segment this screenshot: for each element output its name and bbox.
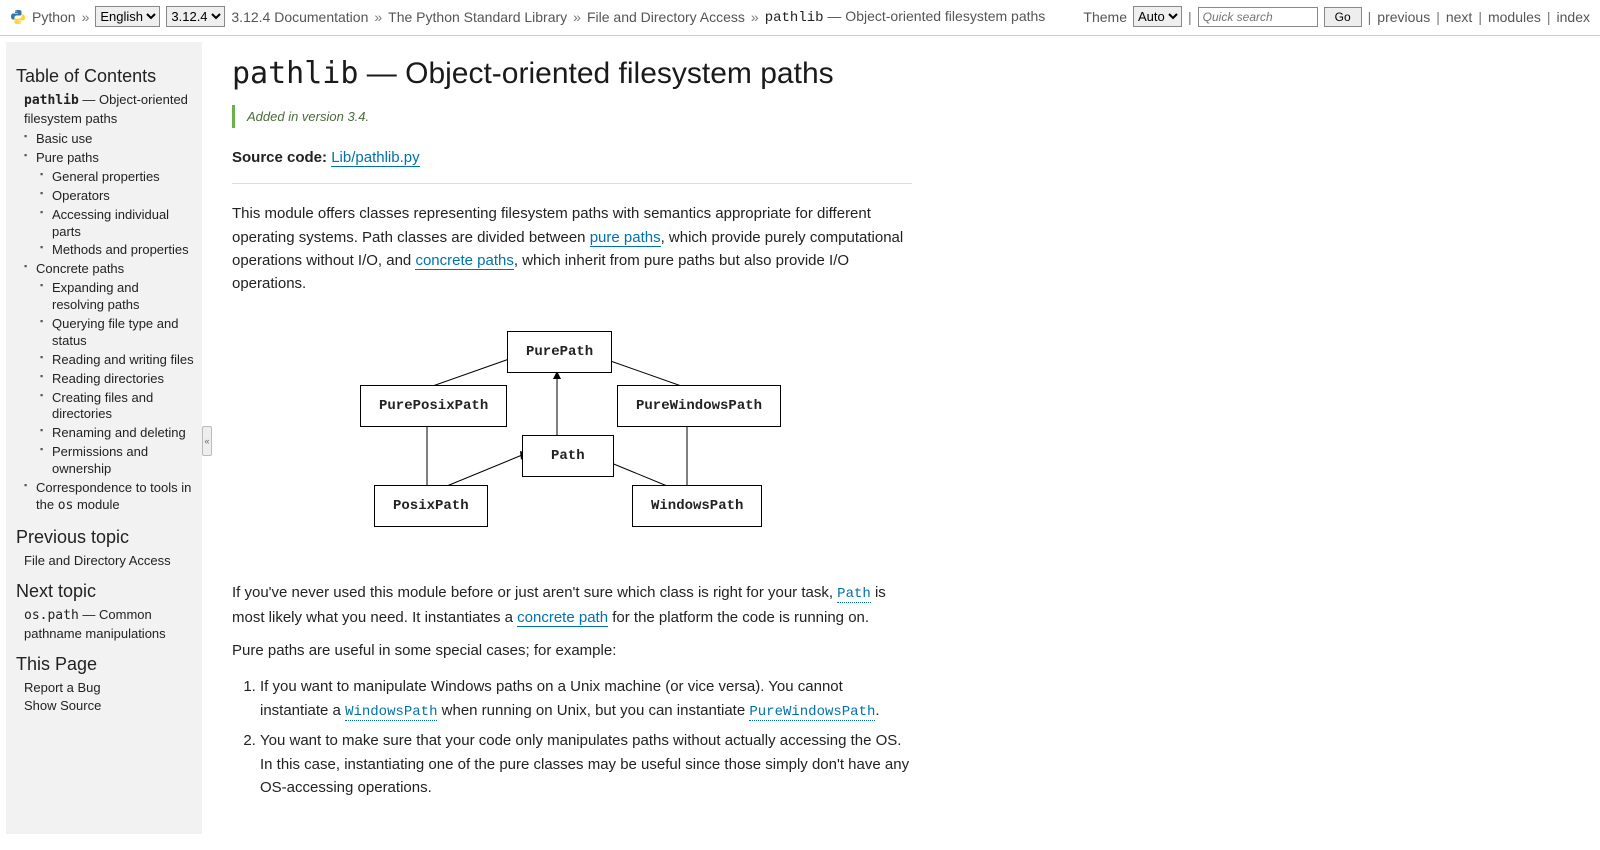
page-wrapper: Table of Contents pathlib — Object-orien… [0, 36, 1600, 850]
diagram-box-purepath: PurePath [507, 331, 612, 373]
diagram-box-pureposixpath: PurePosixPath [360, 385, 507, 427]
this-page-heading: This Page [16, 654, 194, 675]
pure-paths-intro: Pure paths are useful in some special ca… [232, 639, 912, 662]
source-code-line: Source code: Lib/pathlib.py [232, 146, 912, 169]
diagram-box-posixpath: PosixPath [374, 485, 488, 527]
toc-item-reading-dirs[interactable]: Reading directories [52, 371, 164, 386]
next-topic-link[interactable]: os.path — Common pathname manipulations [24, 606, 194, 642]
previous-topic-heading: Previous topic [16, 527, 194, 548]
python-logo-icon [10, 9, 26, 25]
breadcrumb-docs[interactable]: 3.12.4 Documentation [231, 9, 368, 25]
divider-rule [232, 183, 912, 184]
toc-item-methods-properties[interactable]: Methods and properties [52, 242, 189, 257]
relation-bar: Python » English 3.12.4 3.12.4 Documenta… [0, 0, 1600, 36]
toc-item-renaming[interactable]: Renaming and deleting [52, 425, 186, 440]
relbar-right: Theme Auto | Go | previous | next | modu… [1083, 6, 1590, 27]
previous-topic-link[interactable]: File and Directory Access [24, 553, 171, 568]
toc-item-general-properties[interactable]: General properties [52, 169, 160, 184]
toc-item-correspondence[interactable]: Correspondence to tools in the os module [24, 480, 194, 515]
intro-paragraph: This module offers classes representing … [232, 202, 912, 295]
diagram-box-windowspath: WindowsPath [632, 485, 762, 527]
toc-item-basic-use[interactable]: Basic use [36, 131, 92, 146]
page-title: pathlib — Object-oriented filesystem pat… [232, 56, 912, 91]
toc-heading: Table of Contents [16, 66, 194, 87]
breadcrumb-stdlib[interactable]: The Python Standard Library [388, 9, 567, 25]
breadcrumb-current: pathlib — Object-oriented filesystem pat… [765, 8, 1046, 26]
concrete-path-link[interactable]: concrete path [517, 609, 608, 627]
toc-item-querying[interactable]: Querying file type and status [52, 316, 178, 348]
toc-current-page[interactable]: pathlib — Object-oriented filesystem pat… [24, 91, 194, 127]
breadcrumb-file-access[interactable]: File and Directory Access [587, 9, 745, 25]
show-source-link[interactable]: Show Source [24, 698, 101, 713]
pure-paths-cases-list: If you want to manipulate Windows paths … [232, 675, 912, 799]
nav-previous[interactable]: previous [1377, 9, 1430, 25]
list-item: You want to make sure that your code onl… [260, 729, 912, 799]
toc-item-operators[interactable]: Operators [52, 188, 110, 203]
toc-item-reading-writing[interactable]: Reading and writing files [52, 352, 194, 367]
toc-item-accessing-parts[interactable]: Accessing individual parts [52, 207, 169, 239]
toc-item-concrete-paths[interactable]: Concrete paths [36, 261, 124, 276]
report-bug-link[interactable]: Report a Bug [24, 680, 101, 695]
nav-index[interactable]: index [1557, 9, 1590, 25]
toc-list: Basic use Pure paths General properties … [24, 131, 194, 515]
diagram-box-path: Path [522, 435, 614, 477]
toc-item-creating[interactable]: Creating files and directories [52, 390, 153, 422]
relbar-left: Python » English 3.12.4 3.12.4 Documenta… [10, 6, 1077, 27]
toc-item-pure-paths[interactable]: Pure paths [36, 150, 99, 165]
list-item: If you want to manipulate Windows paths … [260, 675, 912, 723]
sidebar-collapse-handle[interactable]: « [202, 426, 212, 456]
version-added: Added in version 3.4. [232, 105, 912, 128]
guidance-paragraph: If you've never used this module before … [232, 581, 912, 629]
next-topic-heading: Next topic [16, 581, 194, 602]
language-select[interactable]: English [95, 6, 160, 27]
theme-select[interactable]: Auto [1133, 6, 1182, 27]
nav-next[interactable]: next [1446, 9, 1472, 25]
separator: » [82, 9, 90, 25]
search-go-button[interactable]: Go [1324, 7, 1362, 27]
pure-paths-link[interactable]: pure paths [590, 229, 661, 247]
theme-label: Theme [1083, 9, 1127, 25]
source-code-link[interactable]: Lib/pathlib.py [331, 149, 419, 167]
concrete-paths-link[interactable]: concrete paths [415, 252, 513, 270]
diagram-box-purewindowspath: PureWindowsPath [617, 385, 781, 427]
toc-item-expanding[interactable]: Expanding and resolving paths [52, 280, 139, 312]
toc-item-permissions[interactable]: Permissions and ownership [52, 444, 148, 476]
python-home-link[interactable]: Python [32, 9, 76, 25]
search-input[interactable] [1198, 7, 1318, 27]
path-class-link[interactable]: Path [837, 586, 871, 603]
windowspath-link[interactable]: WindowsPath [345, 704, 437, 721]
purewindowspath-link[interactable]: PureWindowsPath [749, 704, 875, 721]
version-select[interactable]: 3.12.4 [166, 6, 225, 27]
sidebar-divider: « [202, 36, 212, 850]
nav-modules[interactable]: modules [1488, 9, 1541, 25]
main-content: pathlib — Object-oriented filesystem pat… [212, 36, 912, 850]
sidebar: Table of Contents pathlib — Object-orien… [6, 42, 202, 834]
inheritance-diagram: PurePath PurePosixPath PureWindowsPath P… [342, 323, 772, 553]
